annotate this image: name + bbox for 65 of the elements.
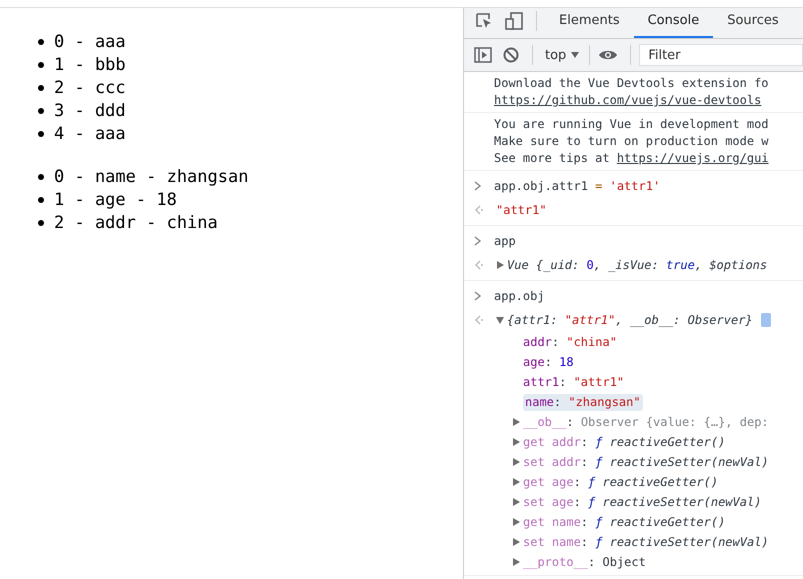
collapsed-triangle-icon[interactable] [512,518,520,526]
context-dropdown[interactable]: top [541,48,584,62]
property-text: __proto__: Object [523,554,646,570]
property-text: attr1: "attr1" [523,374,624,390]
console-message-text: Download the Vue Devtools extension fo [493,75,770,92]
console-input-text: app.obj [494,288,545,304]
prompt-chevron-icon [474,291,482,301]
result-arrow-icon [474,260,484,270]
message-text: See more tips at [494,151,611,165]
list-item-text: 3 - ddd [54,100,126,120]
bullet-icon [38,84,44,90]
list-item-text: 1 - age - 18 [54,190,177,210]
collapsed-triangle-icon[interactable] [496,261,504,269]
console-input-text: app [494,232,516,250]
sidebar-toggle-icon[interactable] [474,46,492,64]
console-result-text: {attr1: "attr1", __ob__: Observer} [507,312,753,328]
tab[interactable]: Sources [713,8,793,38]
bullet-icon [38,130,44,136]
collapsed-triangle-icon[interactable] [512,438,520,446]
property-text: addr: "china" [523,334,617,350]
console-message-text: Make sure to turn on production mode w [493,133,770,150]
filter-field[interactable]: Filter [639,44,803,66]
device-toolbar-icon[interactable] [504,11,524,31]
property-text: get name: ƒ reactiveGetter() [523,514,726,530]
collapsed-triangle-icon[interactable] [512,458,520,466]
bullet-icon [38,196,44,202]
property-text: get age: ƒ reactiveGetter() [523,474,718,490]
clear-console-icon[interactable] [502,46,520,64]
eye-icon[interactable] [598,48,618,62]
bullet-icon [38,62,44,68]
property-text: set age: ƒ reactiveSetter(newVal) [523,494,762,510]
tab[interactable]: Elements [545,8,634,38]
collapsed-triangle-icon[interactable] [512,478,520,486]
highlighted-property-text: name: "zhangsan" [523,394,643,410]
list-item-text: 0 - name - zhangsan [54,166,248,186]
bullet-icon [38,108,44,114]
list-item-text: 0 - aaa [54,32,126,52]
collapsed-triangle-icon[interactable] [512,538,520,546]
console-message-text: You are running Vue in development mod [493,116,770,133]
link[interactable]: https://vuejs.org/gui [616,151,769,165]
list-item-text: 4 - aaa [54,124,126,144]
property-text: set addr: ƒ reactiveSetter(newVal) [523,454,769,470]
result-arrow-icon [474,205,484,215]
console-result-text: Vue {_uid: 0, _isVue: true, $options [507,256,768,274]
list-item-text: 1 - bbb [54,54,126,74]
collapsed-triangle-icon[interactable] [512,498,520,506]
bullet-icon [38,38,44,44]
prompt-chevron-icon [474,236,482,246]
link[interactable]: https://github.com/vuejs/vue-devtools [494,93,762,107]
property-text: set name: ƒ reactiveSetter(newVal) [523,534,769,550]
list-item-text: 2 - addr - china [54,212,218,232]
property-text: age: 18 [523,354,574,370]
console-result-text: "attr1" [496,202,547,218]
collapsed-triangle-icon[interactable] [512,558,520,566]
collapsed-triangle-icon[interactable] [512,418,520,426]
property-text: get addr: ƒ reactiveGetter() [523,434,726,450]
prompt-chevron-icon [474,181,482,191]
list-item-text: 2 - ccc [54,78,126,98]
result-arrow-icon [474,315,484,325]
property-text: __ob__: Observer {value: {…}, dep: [523,414,769,430]
bullet-icon [38,174,44,180]
caret-icon [571,52,580,58]
expanded-triangle-icon[interactable] [496,316,504,324]
bullet-icon [38,220,44,226]
console-input-text: app.obj.attr1 = 'attr1' [494,178,660,194]
